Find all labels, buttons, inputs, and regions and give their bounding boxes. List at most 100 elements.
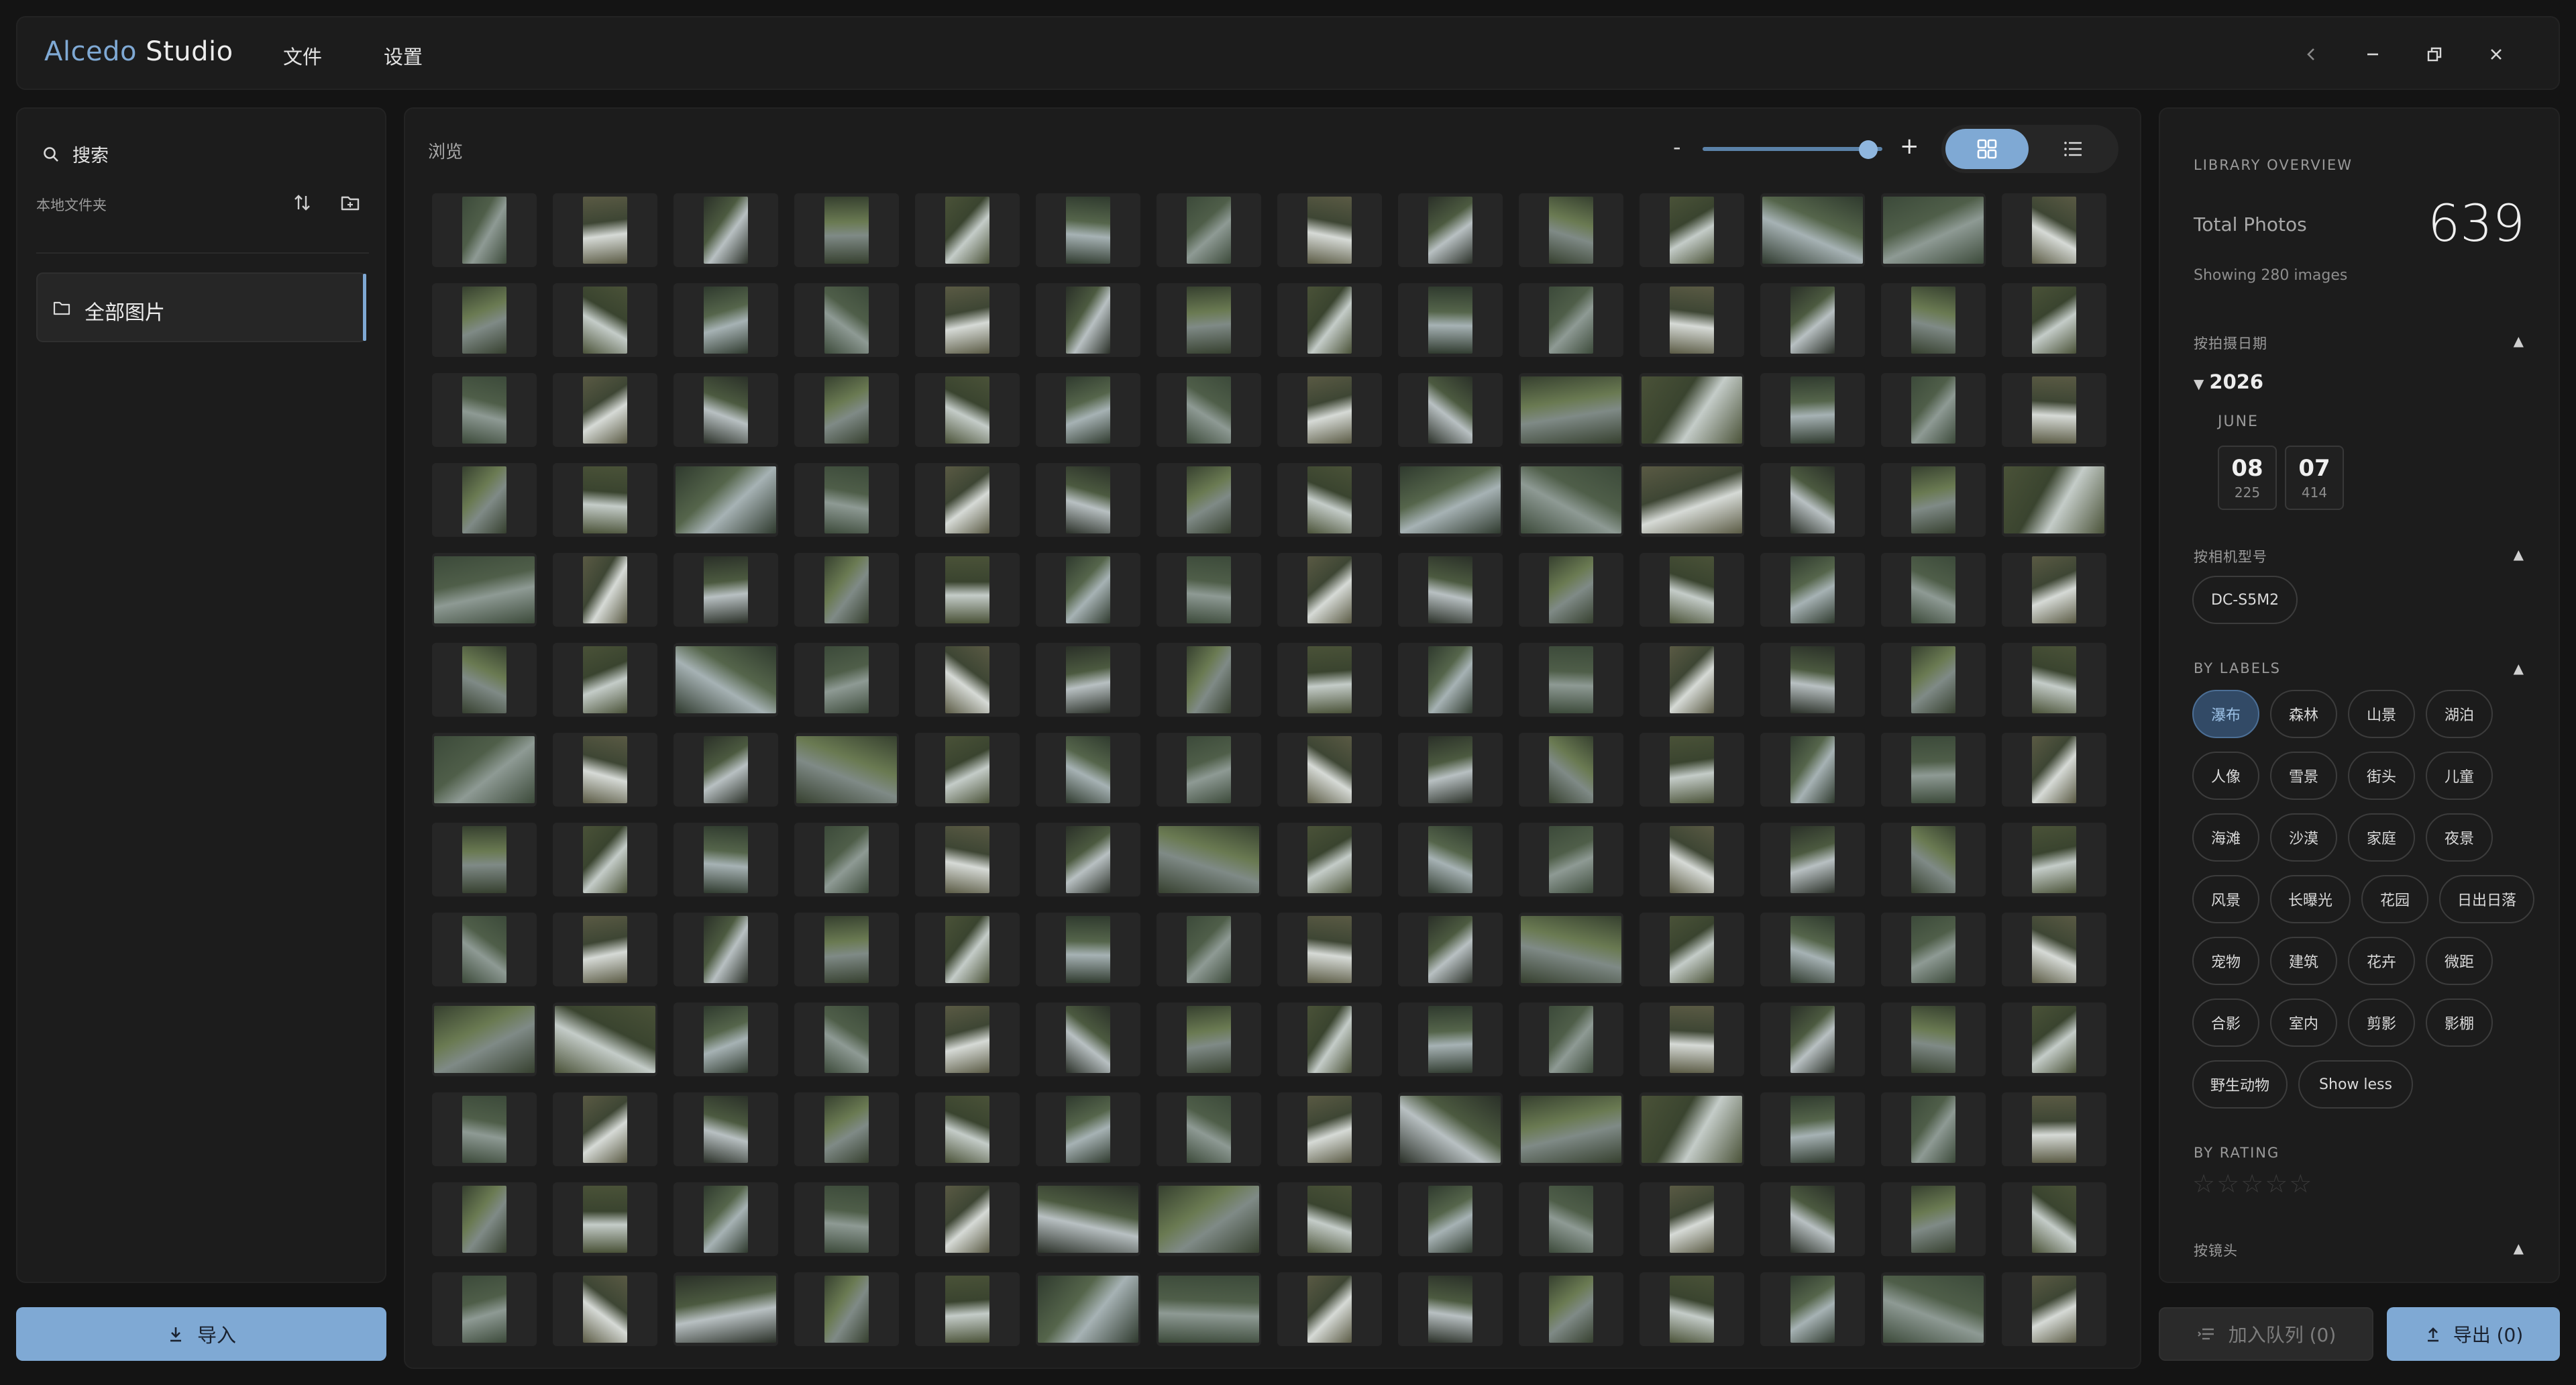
zoom-in-button[interactable]: + [1900, 133, 1919, 160]
label-chip[interactable]: 瀑布 [2192, 690, 2259, 738]
photo-thumbnail[interactable] [432, 463, 537, 537]
photo-thumbnail[interactable] [1277, 1092, 1382, 1166]
photo-thumbnail[interactable] [1157, 1272, 1261, 1346]
photo-thumbnail[interactable] [432, 1272, 537, 1346]
menu-settings[interactable]: 设置 [384, 42, 423, 70]
photo-thumbnail[interactable] [794, 373, 899, 447]
label-chip[interactable]: 夜景 [2426, 813, 2493, 862]
photo-thumbnail[interactable] [1519, 1003, 1623, 1076]
search-input[interactable] [72, 141, 354, 170]
photo-thumbnail[interactable] [2002, 373, 2106, 447]
photo-thumbnail[interactable] [674, 733, 778, 807]
label-chip[interactable]: 建筑 [2270, 937, 2337, 985]
photo-thumbnail[interactable] [553, 463, 657, 537]
photo-thumbnail[interactable] [432, 553, 537, 627]
photo-thumbnail[interactable] [2002, 1003, 2106, 1076]
photo-thumbnail[interactable] [1881, 643, 1986, 717]
photo-thumbnail[interactable] [553, 283, 657, 357]
photo-thumbnail[interactable] [1881, 1003, 1986, 1076]
photo-thumbnail[interactable] [1036, 283, 1140, 357]
label-chip[interactable]: 合影 [2192, 998, 2259, 1047]
photo-thumbnail[interactable] [1519, 1092, 1623, 1166]
photo-thumbnail[interactable] [1760, 373, 1865, 447]
photo-thumbnail[interactable] [794, 283, 899, 357]
photo-thumbnail[interactable] [1519, 553, 1623, 627]
photo-thumbnail[interactable] [794, 463, 899, 537]
photo-thumbnail[interactable] [1157, 553, 1261, 627]
photo-thumbnail[interactable] [1277, 643, 1382, 717]
photo-thumbnail[interactable] [1398, 553, 1503, 627]
photo-thumbnail[interactable] [1157, 193, 1261, 267]
add-to-queue-button[interactable]: 加入队列 (0) [2159, 1307, 2373, 1361]
label-chip[interactable]: 风景 [2192, 875, 2259, 923]
photo-thumbnail[interactable] [1881, 463, 1986, 537]
photo-thumbnail[interactable] [674, 1182, 778, 1256]
photo-thumbnail[interactable] [794, 193, 899, 267]
photo-thumbnail[interactable] [915, 553, 1020, 627]
photo-thumbnail[interactable] [1277, 283, 1382, 357]
photo-thumbnail[interactable] [794, 1092, 899, 1166]
photo-thumbnail[interactable] [1157, 733, 1261, 807]
photo-thumbnail[interactable] [1519, 463, 1623, 537]
photo-thumbnail[interactable] [553, 1272, 657, 1346]
label-chip[interactable]: 森林 [2270, 690, 2337, 738]
photo-thumbnail[interactable] [2002, 283, 2106, 357]
day-card[interactable]: 08 225 [2218, 446, 2277, 510]
photo-thumbnail[interactable] [1881, 823, 1986, 896]
photo-thumbnail[interactable] [432, 1003, 537, 1076]
photo-thumbnail[interactable] [1036, 1003, 1140, 1076]
photo-thumbnail[interactable] [1881, 1092, 1986, 1166]
photo-thumbnail[interactable] [2002, 733, 2106, 807]
photo-thumbnail[interactable] [915, 283, 1020, 357]
photo-thumbnail[interactable] [553, 373, 657, 447]
photo-thumbnail[interactable] [674, 193, 778, 267]
photo-thumbnail[interactable] [1398, 1272, 1503, 1346]
photo-thumbnail[interactable] [1881, 913, 1986, 986]
photo-thumbnail[interactable] [1519, 1272, 1623, 1346]
photo-thumbnail[interactable] [1760, 1272, 1865, 1346]
rating-stars[interactable]: ☆☆☆☆☆ [2192, 1169, 2313, 1198]
label-chip[interactable]: 室内 [2270, 998, 2337, 1047]
photo-thumbnail[interactable] [1398, 193, 1503, 267]
photo-thumbnail[interactable] [1277, 1003, 1382, 1076]
photo-thumbnail[interactable] [794, 643, 899, 717]
photo-thumbnail[interactable] [2002, 823, 2106, 896]
photo-thumbnail[interactable] [1760, 553, 1865, 627]
photo-thumbnail[interactable] [1398, 1092, 1503, 1166]
photo-thumbnail[interactable] [915, 463, 1020, 537]
photo-thumbnail[interactable] [1398, 823, 1503, 896]
label-chip[interactable]: 花卉 [2348, 937, 2415, 985]
photo-thumbnail[interactable] [1036, 373, 1140, 447]
photo-thumbnail[interactable] [2002, 643, 2106, 717]
photo-thumbnail[interactable] [794, 733, 899, 807]
photo-thumbnail[interactable] [1760, 1003, 1865, 1076]
by-camera-collapse-icon[interactable]: ▲ [2514, 546, 2524, 562]
photo-thumbnail[interactable] [1277, 553, 1382, 627]
photo-thumbnail[interactable] [1519, 1182, 1623, 1256]
photo-thumbnail[interactable] [432, 823, 537, 896]
label-chip[interactable]: 沙漠 [2270, 813, 2337, 862]
photo-thumbnail[interactable] [1640, 463, 1744, 537]
photo-thumbnail[interactable] [674, 1003, 778, 1076]
label-chip[interactable]: 剪影 [2348, 998, 2415, 1047]
photo-thumbnail[interactable] [794, 1003, 899, 1076]
label-chip[interactable]: 海滩 [2192, 813, 2259, 862]
label-chip[interactable]: 宠物 [2192, 937, 2259, 985]
photo-thumbnail[interactable] [2002, 553, 2106, 627]
photo-thumbnail[interactable] [1881, 1182, 1986, 1256]
label-chip[interactable]: 日出日落 [2439, 875, 2534, 923]
photo-thumbnail[interactable] [1398, 373, 1503, 447]
photo-thumbnail[interactable] [674, 643, 778, 717]
photo-thumbnail[interactable] [1881, 553, 1986, 627]
photo-thumbnail[interactable] [1519, 283, 1623, 357]
photo-thumbnail[interactable] [794, 1182, 899, 1256]
sort-icon[interactable] [286, 187, 318, 219]
export-button[interactable]: 导出 (0) [2387, 1307, 2560, 1361]
photo-thumbnail[interactable] [432, 1092, 537, 1166]
photo-thumbnail[interactable] [1277, 373, 1382, 447]
photo-thumbnail[interactable] [1036, 823, 1140, 896]
photo-thumbnail[interactable] [432, 913, 537, 986]
by-date-collapse-icon[interactable]: ▲ [2514, 333, 2524, 349]
zoom-slider-thumb[interactable] [1858, 140, 1878, 159]
photo-thumbnail[interactable] [674, 913, 778, 986]
